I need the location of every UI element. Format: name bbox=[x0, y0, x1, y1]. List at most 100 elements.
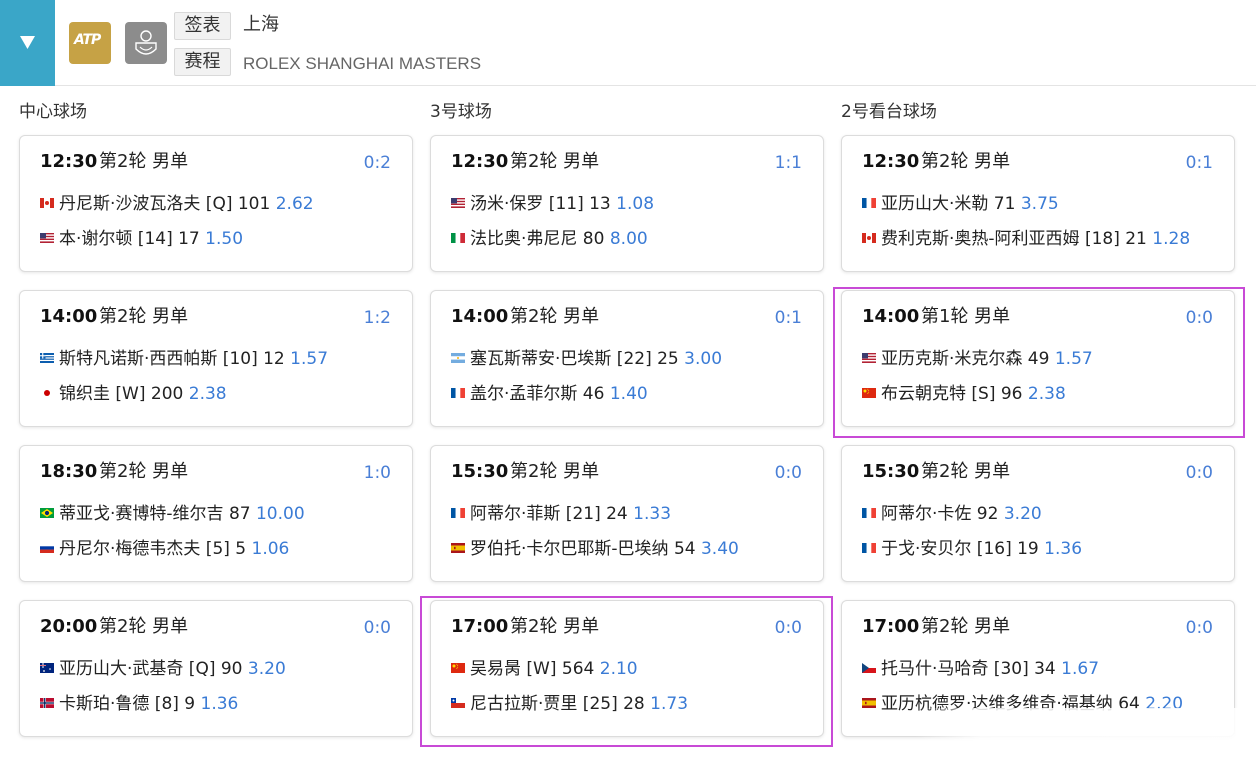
player-odds[interactable]: 1.08 bbox=[616, 194, 654, 214]
player-row[interactable]: 斯特凡诺斯·西西帕斯 [10] 12 1.57 bbox=[40, 347, 328, 371]
spain-flag-icon bbox=[862, 697, 876, 708]
player-odds[interactable]: 1.28 bbox=[1152, 229, 1190, 249]
player-name: 丹尼斯·沙波瓦洛夫 [Q] 101 bbox=[59, 194, 271, 214]
player-row[interactable]: 盖尔·孟菲尔斯 46 1.40 bbox=[451, 382, 648, 406]
player-odds[interactable]: 3.00 bbox=[684, 349, 722, 369]
match-round: 第2轮 男单 bbox=[921, 616, 1011, 637]
player-odds[interactable]: 1.36 bbox=[1044, 539, 1082, 559]
player-odds[interactable]: 3.20 bbox=[1004, 504, 1042, 524]
player-row[interactable]: 费利克斯·奥热-阿利亚西姆 [18] 21 1.28 bbox=[862, 227, 1190, 251]
player-name: 盖尔·孟菲尔斯 46 bbox=[470, 384, 605, 404]
player-row[interactable]: 汤米·保罗 [11] 13 1.08 bbox=[451, 192, 654, 216]
chile-flag-icon bbox=[451, 697, 465, 708]
schedule-tab[interactable]: 赛程 bbox=[174, 48, 231, 76]
player-odds[interactable]: 3.20 bbox=[248, 659, 286, 679]
player-row[interactable]: 于戈·安贝尔 [16] 19 1.36 bbox=[862, 537, 1082, 561]
match-card[interactable]: 15:30 第2轮 男单 0:0 阿蒂尔·菲斯 [21] 24 1.33 罗伯托·卡尔巴… bbox=[430, 445, 824, 582]
canada-flag-icon bbox=[862, 232, 876, 243]
match-score: 1:0 bbox=[363, 463, 391, 483]
match-card[interactable]: 17:00 第2轮 男单 0:0 吴易昺 [W] 564 2.10 尼古拉斯·贾里 [2… bbox=[430, 600, 824, 737]
match-card[interactable]: 14:00 第2轮 男单 1:2 斯特凡诺斯·西西帕斯 [10] 12 1.57 锦织圭… bbox=[19, 290, 413, 427]
match-card[interactable]: 12:30 第2轮 男单 0:2 丹尼斯·沙波瓦洛夫 [Q] 101 2.62 本·谢尔… bbox=[19, 135, 413, 272]
match-card[interactable]: 12:30 第2轮 男单 1:1 汤米·保罗 [11] 13 1.08 法比奥·弗尼尼 … bbox=[430, 135, 824, 272]
player-odds[interactable]: 1.06 bbox=[252, 539, 290, 559]
player-row[interactable]: 丹尼斯·沙波瓦洛夫 [Q] 101 2.62 bbox=[40, 192, 314, 216]
player-name: 罗伯托·卡尔巴耶斯-巴埃纳 54 bbox=[470, 539, 696, 559]
player-row[interactable]: 法比奥·弗尼尼 80 8.00 bbox=[451, 227, 648, 251]
player-odds[interactable]: 1.40 bbox=[610, 384, 648, 404]
player-odds[interactable]: 1.50 bbox=[205, 229, 243, 249]
player-name: 布云朝克特 [S] 96 bbox=[881, 384, 1023, 404]
italy-flag-icon bbox=[451, 232, 465, 243]
brazil-flag-icon bbox=[40, 507, 54, 518]
player-name: 卡斯珀·鲁德 [8] 9 bbox=[59, 694, 196, 714]
france-flag-icon bbox=[862, 507, 876, 518]
player-odds[interactable]: 10.00 bbox=[256, 504, 305, 524]
match-time: 12:30 bbox=[40, 151, 98, 172]
player-row[interactable]: 卡斯珀·鲁德 [8] 9 1.36 bbox=[40, 692, 238, 716]
player-row[interactable]: 吴易昺 [W] 564 2.10 bbox=[451, 657, 638, 681]
match-time: 15:30 bbox=[862, 461, 920, 482]
player-odds[interactable]: 1.33 bbox=[633, 504, 671, 524]
player-odds[interactable]: 2.62 bbox=[276, 194, 314, 214]
player-odds[interactable]: 1.57 bbox=[290, 349, 328, 369]
player-row[interactable]: 锦织圭 [W] 200 2.38 bbox=[40, 382, 227, 406]
player-name: 亚历山大·武基奇 [Q] 90 bbox=[59, 659, 243, 679]
match-round: 第2轮 男单 bbox=[510, 306, 600, 327]
player-name: 亚历克斯·米克尔森 49 bbox=[881, 349, 1050, 369]
player-row[interactable]: 丹尼尔·梅德韦杰夫 [5] 5 1.06 bbox=[40, 537, 289, 561]
player-name: 吴易昺 [W] 564 bbox=[470, 659, 595, 679]
match-time: 17:00 bbox=[862, 616, 920, 637]
match-time: 15:30 bbox=[451, 461, 509, 482]
player-odds[interactable]: 1.73 bbox=[650, 694, 688, 714]
player-row[interactable]: 亚历山大·米勒 71 3.75 bbox=[862, 192, 1059, 216]
player-odds[interactable]: 3.40 bbox=[701, 539, 739, 559]
match-card[interactable]: 14:00 第1轮 男单 0:0 亚历克斯·米克尔森 49 1.57 布云朝克特 [S]… bbox=[841, 290, 1235, 427]
player-row[interactable]: 本·谢尔顿 [14] 17 1.50 bbox=[40, 227, 243, 251]
match-score: 0:0 bbox=[1185, 308, 1213, 328]
match-score: 0:0 bbox=[363, 618, 391, 638]
match-card[interactable]: 20:00 第2轮 男单 0:0 亚历山大·武基奇 [Q] 90 3.20 卡斯珀·鲁德… bbox=[19, 600, 413, 737]
player-row[interactable]: 罗伯托·卡尔巴耶斯-巴埃纳 54 3.40 bbox=[451, 537, 739, 561]
court-title-center: 中心球场 bbox=[19, 102, 87, 122]
match-round: 第2轮 男单 bbox=[921, 151, 1011, 172]
player-row[interactable]: 尼古拉斯·贾里 [25] 28 1.73 bbox=[451, 692, 688, 716]
match-round: 第2轮 男单 bbox=[510, 616, 600, 637]
player-row[interactable]: 托马什·马哈奇 [30] 34 1.67 bbox=[862, 657, 1099, 681]
match-card[interactable]: 15:30 第2轮 男单 0:0 阿蒂尔·卡佐 92 3.20 于戈·安贝尔 [16] … bbox=[841, 445, 1235, 582]
player-odds[interactable]: 8.00 bbox=[610, 229, 648, 249]
player-odds[interactable]: 1.67 bbox=[1061, 659, 1099, 679]
player-odds[interactable]: 2.10 bbox=[600, 659, 638, 679]
china-flag-icon bbox=[451, 662, 465, 673]
draw-tab[interactable]: 签表 bbox=[174, 12, 231, 40]
tournament-city: 上海 bbox=[243, 14, 279, 35]
player-row[interactable]: 塞瓦斯蒂安·巴埃斯 [22] 25 3.00 bbox=[451, 347, 722, 371]
match-score: 0:1 bbox=[774, 308, 802, 328]
player-row[interactable]: 亚历克斯·米克尔森 49 1.57 bbox=[862, 347, 1093, 371]
player-name: 于戈·安贝尔 [16] 19 bbox=[881, 539, 1039, 559]
player-odds[interactable]: 1.36 bbox=[201, 694, 239, 714]
player-odds[interactable]: 3.75 bbox=[1021, 194, 1059, 214]
player-name: 亚历山大·米勒 71 bbox=[881, 194, 1016, 214]
match-card[interactable]: 18:30 第2轮 男单 1:0 蒂亚戈·赛博特-维尔吉 87 10.00 丹尼尔·梅德… bbox=[19, 445, 413, 582]
match-card[interactable]: 12:30 第2轮 男单 0:1 亚历山大·米勒 71 3.75 费利克斯·奥热-阿利亚… bbox=[841, 135, 1235, 272]
match-card[interactable]: 14:00 第2轮 男单 0:1 塞瓦斯蒂安·巴埃斯 [22] 25 3.00 盖尔·孟… bbox=[430, 290, 824, 427]
canada-flag-icon bbox=[40, 197, 54, 208]
australia-flag-icon bbox=[40, 662, 54, 673]
player-row[interactable]: 蒂亚戈·赛博特-维尔吉 87 10.00 bbox=[40, 502, 305, 526]
collapse-toggle-button[interactable] bbox=[0, 0, 55, 86]
player-row[interactable]: 阿蒂尔·卡佐 92 3.20 bbox=[862, 502, 1042, 526]
player-odds[interactable]: 1.57 bbox=[1055, 349, 1093, 369]
player-row[interactable]: 亚历山大·武基奇 [Q] 90 3.20 bbox=[40, 657, 286, 681]
player-name: 塞瓦斯蒂安·巴埃斯 [22] 25 bbox=[470, 349, 679, 369]
match-round: 第2轮 男单 bbox=[99, 461, 189, 482]
russia-flag-icon bbox=[40, 542, 54, 553]
match-round: 第2轮 男单 bbox=[99, 151, 189, 172]
match-time: 12:30 bbox=[451, 151, 509, 172]
france-flag-icon bbox=[862, 542, 876, 553]
player-odds[interactable]: 2.38 bbox=[189, 384, 227, 404]
player-row[interactable]: 阿蒂尔·菲斯 [21] 24 1.33 bbox=[451, 502, 671, 526]
player-odds[interactable]: 2.38 bbox=[1028, 384, 1066, 404]
player-row[interactable]: 布云朝克特 [S] 96 2.38 bbox=[862, 382, 1066, 406]
player-name: 蒂亚戈·赛博特-维尔吉 87 bbox=[59, 504, 251, 524]
